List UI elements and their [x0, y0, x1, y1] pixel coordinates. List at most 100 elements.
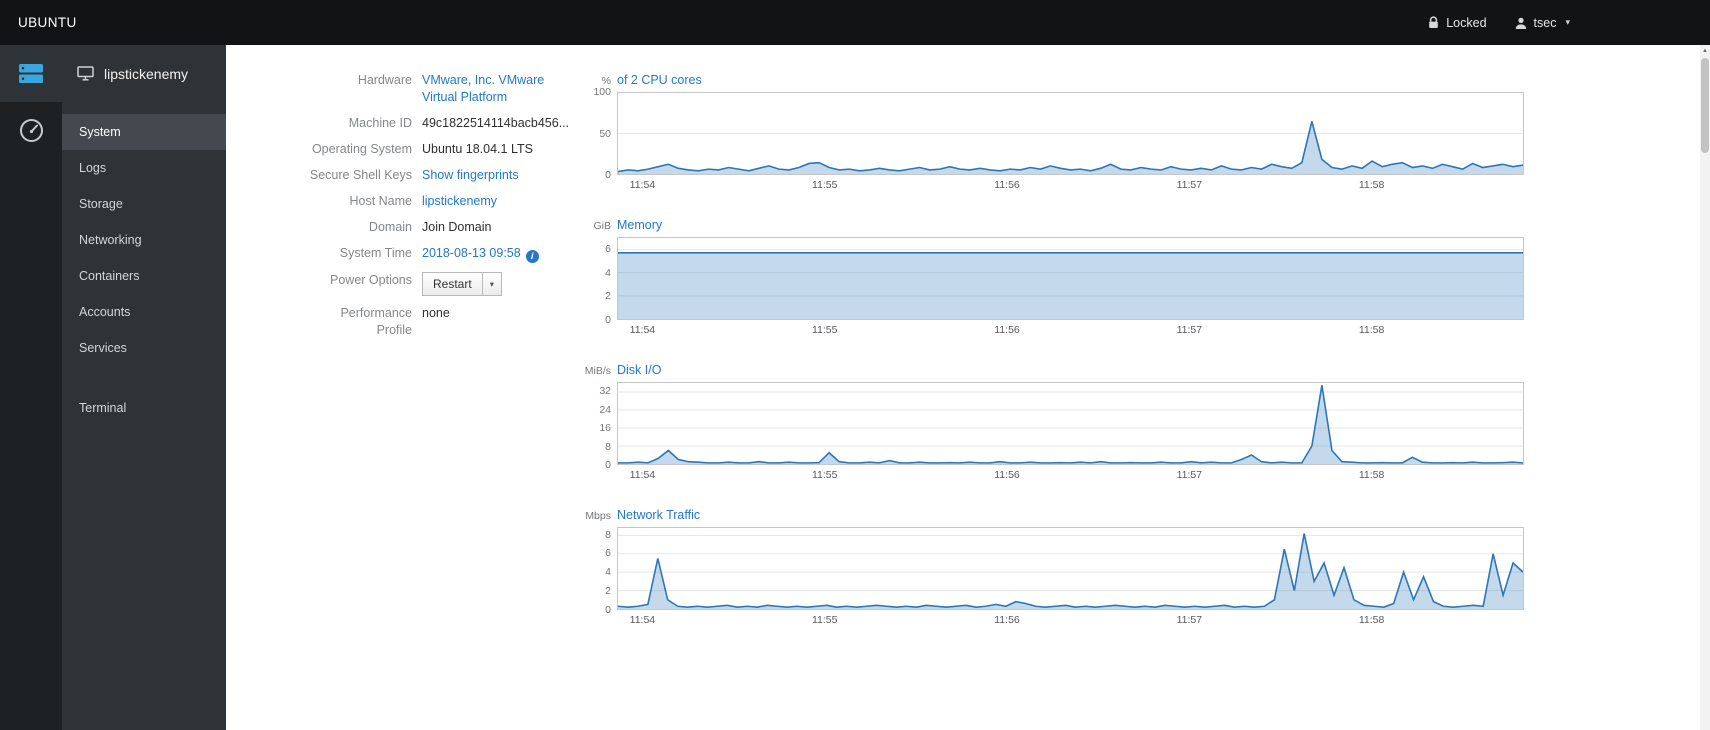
chart-x-axis: 11:54 11:55 11:56 11:57 11:58	[617, 614, 1524, 628]
x-tick-label: 11:55	[811, 324, 838, 336]
rail-dashboard-button[interactable]	[0, 102, 62, 159]
scroll-thumb[interactable]	[1701, 58, 1709, 153]
host-icon	[77, 66, 94, 81]
info-row-performance-profile: Performance Profile none	[302, 305, 583, 339]
info-row-label: Domain	[368, 220, 412, 234]
info-row-value-wrap: Show fingerprints	[422, 167, 519, 184]
sidebar-item-storage[interactable]: Storage	[62, 186, 226, 222]
host-header[interactable]: lipstickenemy	[62, 45, 226, 102]
sidebar-item-system[interactable]: System	[62, 114, 226, 150]
info-row-machine-id: Machine ID 49c1822514114bacb456...	[302, 115, 583, 132]
x-tick-label: 11:57	[1176, 614, 1203, 626]
x-tick-label: 11:55	[811, 179, 838, 191]
y-tick-label: 0	[605, 169, 611, 181]
info-row-value-wrap: 2018-08-13 09:58 i	[422, 245, 539, 263]
y-tick-label: 24	[599, 403, 611, 416]
chart-head-cpu: % of 2 CPU cores	[583, 72, 1524, 87]
gauge-icon	[19, 119, 43, 142]
y-tick-label: 32	[599, 385, 611, 398]
x-tick-label: 11:56	[994, 179, 1020, 191]
lock-status-button[interactable]: Locked	[1428, 15, 1487, 30]
sidebar-item-containers[interactable]: Containers	[62, 258, 226, 294]
chart-x-axis: 11:54 11:55 11:56 11:57 11:58	[617, 324, 1524, 338]
info-row-domain: Domain Join Domain	[302, 219, 583, 236]
chart-y-axis: 0 2 4 6 8	[583, 527, 617, 616]
chart-plot-area	[617, 92, 1524, 175]
user-name-label: tsec	[1533, 15, 1557, 30]
x-tick-label: 11:57	[1176, 179, 1203, 191]
sidebar-item-accounts[interactable]: Accounts	[62, 294, 226, 330]
info-row-secure-shell-keys: Secure Shell Keys Show fingerprints	[302, 167, 583, 184]
chart-title-link-cpu[interactable]: of 2 CPU cores	[617, 72, 702, 89]
y-tick-label: 50	[599, 127, 611, 140]
y-tick-label: 4	[605, 266, 611, 279]
power-options-caret-button[interactable]: ▾	[482, 272, 502, 296]
y-tick-label: 2	[605, 585, 611, 598]
info-row-power-options: Power Options Restart ▾	[302, 272, 583, 296]
info-value-text: 49c1822514114bacb456...	[422, 116, 570, 130]
system-info-panel: Hardware VMware, Inc. VMware Virtual Plat…	[302, 72, 583, 730]
x-tick-label: 11:55	[811, 614, 838, 626]
chart-memory: GiB Memory 0 2 4 6 11:54 11:55 11:56 11:57 11:58	[583, 217, 1524, 338]
info-row-system-time: System Time 2018-08-13 09:58 i	[302, 245, 583, 263]
x-tick-label: 11:57	[1176, 324, 1203, 336]
user-menu[interactable]: tsec ▾	[1515, 16, 1570, 30]
info-row-hardware: Hardware VMware, Inc. VMware Virtual Plat…	[302, 72, 583, 106]
chart-body-disk-io: 0 8 16 24 32	[583, 382, 1524, 471]
chart-disk-io: MiB/s Disk I/O 0 8 16 24 32 11:54 11:55 11:56 11:5…	[583, 362, 1524, 483]
chart-plot-area	[617, 527, 1524, 610]
info-value-text: Ubuntu 18.04.1 LTS	[422, 142, 533, 156]
chart-plot-area	[617, 382, 1524, 465]
sidebar-item-services[interactable]: Services	[62, 330, 226, 366]
sidebar-item-terminal[interactable]: Terminal	[62, 390, 226, 426]
host-name-label: lipstickenemy	[104, 65, 189, 82]
info-value-text: none	[422, 306, 450, 320]
app-rail	[0, 45, 62, 730]
x-tick-label: 11:56	[994, 324, 1020, 336]
x-tick-label: 11:54	[629, 469, 656, 481]
info-row-value-wrap: lipstickenemy	[422, 193, 497, 210]
chart-y-axis: 0 2 4 6	[583, 237, 617, 326]
x-tick-label: 11:56	[994, 469, 1020, 481]
masthead: UBUNTU Locked tsec ▾	[0, 0, 1710, 45]
sidebar-item-networking[interactable]: Networking	[62, 222, 226, 258]
chart-body-network: 0 2 4 6 8	[583, 527, 1524, 616]
chart-network: Mbps Network Traffic 0 2 4 6 8 11:54 11:55 11:56 1…	[583, 507, 1524, 628]
chart-unit-label: GiB	[593, 220, 611, 232]
info-value-link[interactable]: Show fingerprints	[422, 168, 519, 182]
info-row-value-wrap: Restart ▾	[422, 272, 502, 296]
chart-title-link-memory[interactable]: Memory	[617, 217, 662, 234]
y-tick-label: 6	[605, 242, 611, 255]
info-row-label: System Time	[339, 246, 412, 260]
chart-body-cpu: 0 50 100	[583, 86, 1524, 181]
scrollbar[interactable]: ▲	[1700, 45, 1710, 730]
power-options-button-group: Restart ▾	[422, 272, 502, 296]
sidebar-item-logs[interactable]: Logs	[62, 150, 226, 186]
lock-status-label: Locked	[1446, 15, 1487, 30]
info-value-link[interactable]: 2018-08-13 09:58	[422, 246, 521, 260]
info-value-link[interactable]: VMware, Inc. VMware Virtual Platform	[422, 72, 548, 106]
y-tick-label: 0	[605, 314, 611, 326]
y-tick-label: 0	[605, 604, 611, 616]
x-tick-label: 11:54	[629, 324, 656, 336]
chart-title-link-network[interactable]: Network Traffic	[617, 507, 700, 524]
x-tick-label: 11:58	[1358, 469, 1385, 481]
info-row-label: Hardware	[357, 73, 412, 87]
x-tick-label: 11:55	[811, 469, 838, 481]
x-tick-label: 11:54	[629, 179, 656, 191]
info-row-label: Host Name	[349, 194, 412, 208]
scroll-up-arrow[interactable]: ▲	[1700, 45, 1710, 57]
chart-title-link-disk-io[interactable]: Disk I/O	[617, 362, 661, 379]
server-icon	[19, 64, 43, 83]
y-tick-label: 4	[605, 566, 611, 579]
power-restart-button[interactable]: Restart	[422, 272, 483, 296]
chart-unit-label: MiB/s	[584, 365, 611, 377]
time-info-icon[interactable]: i	[525, 250, 539, 263]
y-tick-label: 8	[605, 528, 611, 541]
rail-host-button[interactable]	[0, 45, 62, 102]
info-row-label: Secure Shell Keys	[309, 168, 412, 182]
info-value-link[interactable]: lipstickenemy	[422, 194, 497, 208]
chart-cpu: % of 2 CPU cores 0 50 100 11:54 11:55 11:56 11:5…	[583, 72, 1524, 193]
main-content: Hardware VMware, Inc. VMware Virtual Plat…	[226, 45, 1710, 730]
y-tick-label: 16	[599, 422, 611, 435]
